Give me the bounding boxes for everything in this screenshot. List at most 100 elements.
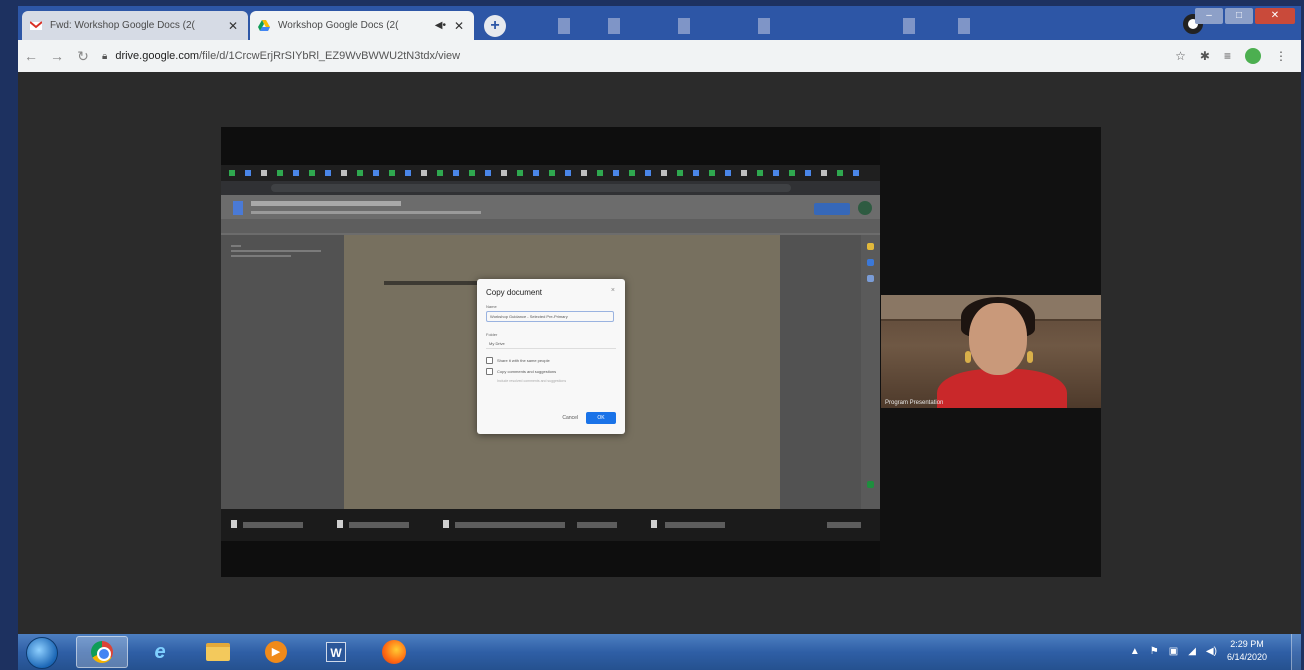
clock-date: 6/14/2020 <box>1226 652 1267 662</box>
shared-tab-marker <box>405 170 411 176</box>
file-icon <box>337 520 343 528</box>
shared-tab-marker <box>421 170 427 176</box>
back-icon[interactable]: ← <box>18 48 44 64</box>
star-icon[interactable]: ☆ <box>1175 49 1186 63</box>
format-toolbar <box>221 219 880 233</box>
name-field: Workshop Guidance - Selected Pre-Primary <box>486 311 614 322</box>
shared-tab-marker <box>533 170 539 176</box>
share-button <box>814 203 850 215</box>
folder-icon <box>206 643 230 661</box>
taskbar-media[interactable]: ▶ <box>250 636 302 668</box>
extensions-icon[interactable]: ✱ <box>1200 49 1210 63</box>
shared-tab-strip <box>221 165 880 181</box>
taskbar-word[interactable]: W <box>310 636 362 668</box>
tab-strip: Fwd: Workshop Google Docs (2( ✕ Workshop… <box>18 6 1301 40</box>
address-bar[interactable]: 🔒︎ drive.google.com/file/d/1CrcwErjRrSIY… <box>102 44 1175 68</box>
shared-tab-marker <box>837 170 843 176</box>
shared-tab-marker <box>565 170 571 176</box>
shared-tab-marker <box>485 170 491 176</box>
shared-tab-marker <box>805 170 811 176</box>
file-icon <box>231 520 237 528</box>
file-icon <box>651 520 657 528</box>
reload-icon[interactable]: ↻ <box>70 48 96 65</box>
shared-tab-marker <box>709 170 715 176</box>
volume-icon[interactable]: ◀) <box>1206 646 1217 657</box>
close-window-button[interactable]: ✕ <box>1255 8 1295 24</box>
shared-screen: Copy document × Name Workshop Guidance -… <box>221 127 880 577</box>
chrome-window: Fwd: Workshop Google Docs (2( ✕ Workshop… <box>18 6 1301 634</box>
shared-tab-marker <box>453 170 459 176</box>
download-item <box>349 522 409 528</box>
close-icon[interactable]: ✕ <box>452 19 466 33</box>
shared-tab-marker <box>581 170 587 176</box>
comments-checkbox-row: Copy comments and suggestions <box>486 368 616 375</box>
shared-tab-marker <box>357 170 363 176</box>
checkbox <box>486 357 493 364</box>
webcam-caption: Program Presentation <box>885 400 944 406</box>
forward-icon[interactable]: → <box>44 48 70 64</box>
profile-avatar[interactable] <box>1245 48 1261 64</box>
reading-list-icon[interactable]: ≡ <box>1224 49 1231 63</box>
show-all-button <box>827 522 861 528</box>
taskbar-firefox[interactable] <box>368 636 420 668</box>
clock[interactable]: 2:29 PM 6/14/2020 <box>1227 638 1267 664</box>
shared-tab-marker <box>629 170 635 176</box>
video-player[interactable]: Copy document × Name Workshop Guidance -… <box>221 127 1101 577</box>
media-player-icon: ▶ <box>265 641 287 663</box>
ok-button: OK <box>586 412 616 424</box>
window-controls: – □ ✕ <box>1195 8 1295 24</box>
new-tab-button[interactable]: + <box>484 15 506 37</box>
shared-tab-marker <box>437 170 443 176</box>
doc-menu <box>251 211 481 214</box>
folder-field: My Drive <box>486 339 616 349</box>
window-thumb-icon <box>958 18 970 34</box>
clock-time: 2:29 PM <box>1230 639 1264 649</box>
doc-title <box>251 201 401 206</box>
shared-tab-marker <box>853 170 859 176</box>
taskbar-chrome[interactable] <box>76 636 128 668</box>
shared-tab-marker <box>773 170 779 176</box>
checkbox <box>486 368 493 375</box>
minimize-button[interactable]: – <box>1195 8 1223 24</box>
taskbar-explorer[interactable] <box>192 636 244 668</box>
dialog-note: Include resolved comments and suggestion… <box>497 379 567 383</box>
shared-tab-marker <box>245 170 251 176</box>
window-thumb-icon <box>678 18 690 34</box>
speaker-icon[interactable]: ◀• <box>435 20 446 31</box>
explore-icon <box>867 481 874 488</box>
maximize-button[interactable]: □ <box>1225 8 1253 24</box>
download-item <box>577 522 617 528</box>
taskbar-ie[interactable]: e <box>134 636 186 668</box>
shared-tab-marker <box>277 170 283 176</box>
tab-gmail[interactable]: Fwd: Workshop Google Docs (2( ✕ <box>22 11 248 40</box>
network-icon[interactable]: ◢ <box>1188 646 1196 657</box>
firefox-icon <box>382 640 406 664</box>
start-button[interactable] <box>26 637 58 669</box>
shared-taskbar <box>221 509 880 541</box>
device-icon[interactable]: ▣ <box>1169 646 1178 657</box>
shared-tab-marker <box>309 170 315 176</box>
name-label: Name <box>486 304 497 309</box>
shared-tab-marker <box>341 170 347 176</box>
tab-title: Fwd: Workshop Google Docs (2( <box>50 20 195 31</box>
shared-tab-marker <box>389 170 395 176</box>
shared-tab-marker <box>293 170 299 176</box>
tab-drive[interactable]: Workshop Google Docs (2( ◀• ✕ <box>250 11 474 40</box>
show-desktop-button[interactable] <box>1291 634 1301 670</box>
account-avatar <box>858 201 872 215</box>
menu-icon[interactable]: ⋮ <box>1275 49 1287 63</box>
presenter-face <box>969 303 1027 375</box>
close-icon[interactable]: ✕ <box>226 19 240 33</box>
close-icon: × <box>610 287 615 294</box>
file-icon <box>443 520 449 528</box>
action-center-icon[interactable]: ⚑ <box>1150 646 1159 657</box>
copy-document-dialog: Copy document × Name Workshop Guidance -… <box>477 279 625 434</box>
cancel-button: Cancel <box>562 415 578 421</box>
shared-tab-marker <box>645 170 651 176</box>
system-tray: ▲ ⚑ ▣ ◢ ◀) 2:29 PM 6/14/2020 <box>1130 638 1267 664</box>
shared-tab-marker <box>597 170 603 176</box>
chrome-icon <box>91 641 113 663</box>
tray-expand-icon[interactable]: ▲ <box>1130 646 1140 657</box>
doc-outline <box>231 245 331 275</box>
browser-toolbar: ← → ↻ 🔒︎ drive.google.com/file/d/1CrcwEr… <box>18 40 1301 72</box>
